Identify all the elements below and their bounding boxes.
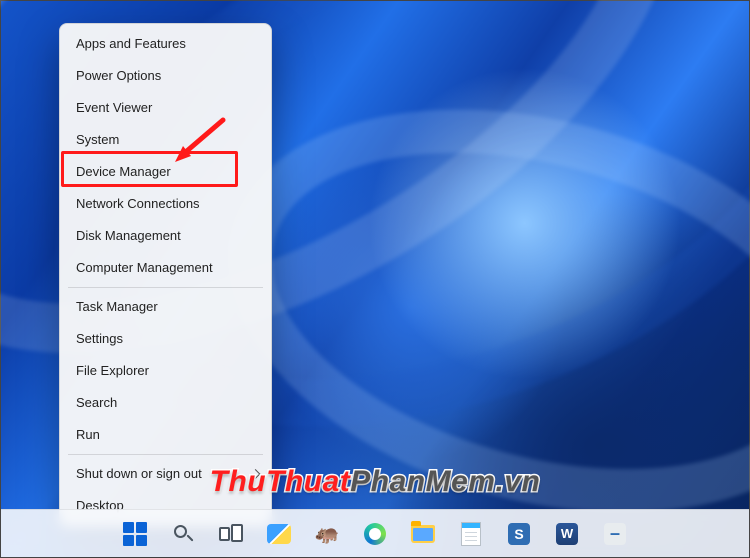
menu-item-device-manager[interactable]: Device Manager (60, 156, 271, 188)
menu-item-file-explorer[interactable]: File Explorer (60, 355, 271, 387)
menu-item-label: Network Connections (76, 196, 200, 211)
menu-item-event-viewer[interactable]: Event Viewer (60, 92, 271, 124)
taskbar-widgets[interactable] (259, 514, 299, 554)
menu-item-label: Run (76, 427, 100, 442)
watermark-part: .vn (495, 465, 540, 498)
menu-item-apps-and-features[interactable]: Apps and Features (60, 28, 271, 60)
watermark-part: PhanMem (350, 465, 495, 498)
search-icon (172, 523, 194, 545)
menu-item-label: Disk Management (76, 228, 181, 243)
winx-context-menu: Apps and Features Power Options Event View… (59, 23, 272, 527)
menu-item-label: Event Viewer (76, 100, 152, 115)
menu-item-run[interactable]: Run (60, 419, 271, 451)
menu-item-network-connections[interactable]: Network Connections (60, 188, 271, 220)
menu-item-system[interactable]: System (60, 124, 271, 156)
taskbar-file-explorer[interactable] (403, 514, 443, 554)
menu-item-disk-management[interactable]: Disk Management (60, 220, 271, 252)
snagit-icon: S (508, 523, 530, 545)
menu-item-computer-management[interactable]: Computer Management (60, 252, 271, 284)
taskbar-snagit[interactable]: S (499, 514, 539, 554)
taskbar-start[interactable] (115, 514, 155, 554)
taskbar-tray-dash[interactable]: – (595, 514, 635, 554)
watermark: ThuThuatPhanMem.vn (210, 465, 541, 499)
taskbar-word[interactable]: W (547, 514, 587, 554)
desktop: Apps and Features Power Options Event View… (0, 0, 750, 558)
menu-item-search[interactable]: Search (60, 387, 271, 419)
menu-item-label: Computer Management (76, 260, 213, 275)
start-icon (123, 522, 147, 546)
menu-item-label: Task Manager (76, 299, 158, 314)
tray-icon: – (604, 523, 626, 545)
menu-item-label: File Explorer (76, 363, 149, 378)
widgets-icon (267, 524, 291, 544)
taskbar-search[interactable] (163, 514, 203, 554)
menu-item-label: Shut down or sign out (76, 466, 202, 481)
menu-item-label: System (76, 132, 119, 147)
folder-icon (411, 525, 435, 543)
word-icon: W (556, 523, 578, 545)
notepad-icon (461, 522, 481, 546)
menu-item-label: Power Options (76, 68, 161, 83)
taskbar-app-rhino[interactable]: 🦛 (307, 514, 347, 554)
taskbar-task-view[interactable] (211, 514, 251, 554)
rhino-icon: 🦛 (315, 524, 340, 544)
menu-item-task-manager[interactable]: Task Manager (60, 291, 271, 323)
menu-item-power-options[interactable]: Power Options (60, 60, 271, 92)
menu-item-label: Search (76, 395, 117, 410)
taskbar: 🦛 S W – (1, 509, 749, 557)
menu-separator (68, 287, 263, 288)
menu-item-label: Settings (76, 331, 123, 346)
menu-separator (68, 454, 263, 455)
menu-item-label: Apps and Features (76, 36, 186, 51)
edge-icon (364, 523, 386, 545)
taskbar-edge[interactable] (355, 514, 395, 554)
menu-item-label: Device Manager (76, 164, 171, 179)
watermark-part: ThuThuat (210, 465, 351, 498)
menu-item-settings[interactable]: Settings (60, 323, 271, 355)
taskbar-notepad[interactable] (451, 514, 491, 554)
task-view-icon (219, 524, 243, 544)
